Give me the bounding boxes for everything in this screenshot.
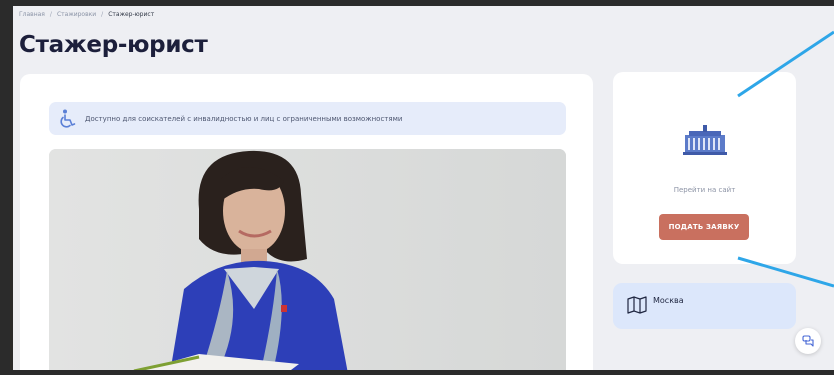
- page-title: Стажер-юрист: [19, 32, 208, 58]
- wheelchair-icon: [60, 109, 76, 128]
- page-frame: Главная / Стажировки / Стажер-юрист Стажер-ю…: [13, 6, 834, 370]
- breadcrumb: Главная / Стажировки / Стажер-юрист: [19, 11, 154, 18]
- map-icon: [627, 296, 647, 314]
- accessibility-text: Доступно для соискателей с инвалидностью…: [85, 114, 403, 123]
- apply-button[interactable]: ПОДАТЬ ЗАЯВКУ: [659, 214, 749, 240]
- location-card: Москва: [613, 283, 796, 329]
- breadcrumb-separator: /: [49, 11, 52, 18]
- vacancy-photo: [49, 149, 566, 370]
- chat-icon: [802, 335, 814, 347]
- breadcrumb-home-link[interactable]: Главная: [19, 11, 45, 18]
- breadcrumb-current: Стажер-юрист: [108, 11, 155, 18]
- government-building-icon: [683, 125, 727, 155]
- chat-button[interactable]: [795, 328, 821, 354]
- go-to-site-link[interactable]: Перейти на сайт: [613, 186, 796, 194]
- location-city: Москва: [653, 296, 684, 305]
- employer-card: Перейти на сайт ПОДАТЬ ЗАЯВКУ: [613, 72, 796, 264]
- breadcrumb-separator: /: [101, 11, 104, 18]
- breadcrumb-internships-link[interactable]: Стажировки: [57, 11, 96, 18]
- portrait-image: [49, 149, 566, 370]
- accessibility-banner: Доступно для соискателей с инвалидностью…: [49, 102, 566, 135]
